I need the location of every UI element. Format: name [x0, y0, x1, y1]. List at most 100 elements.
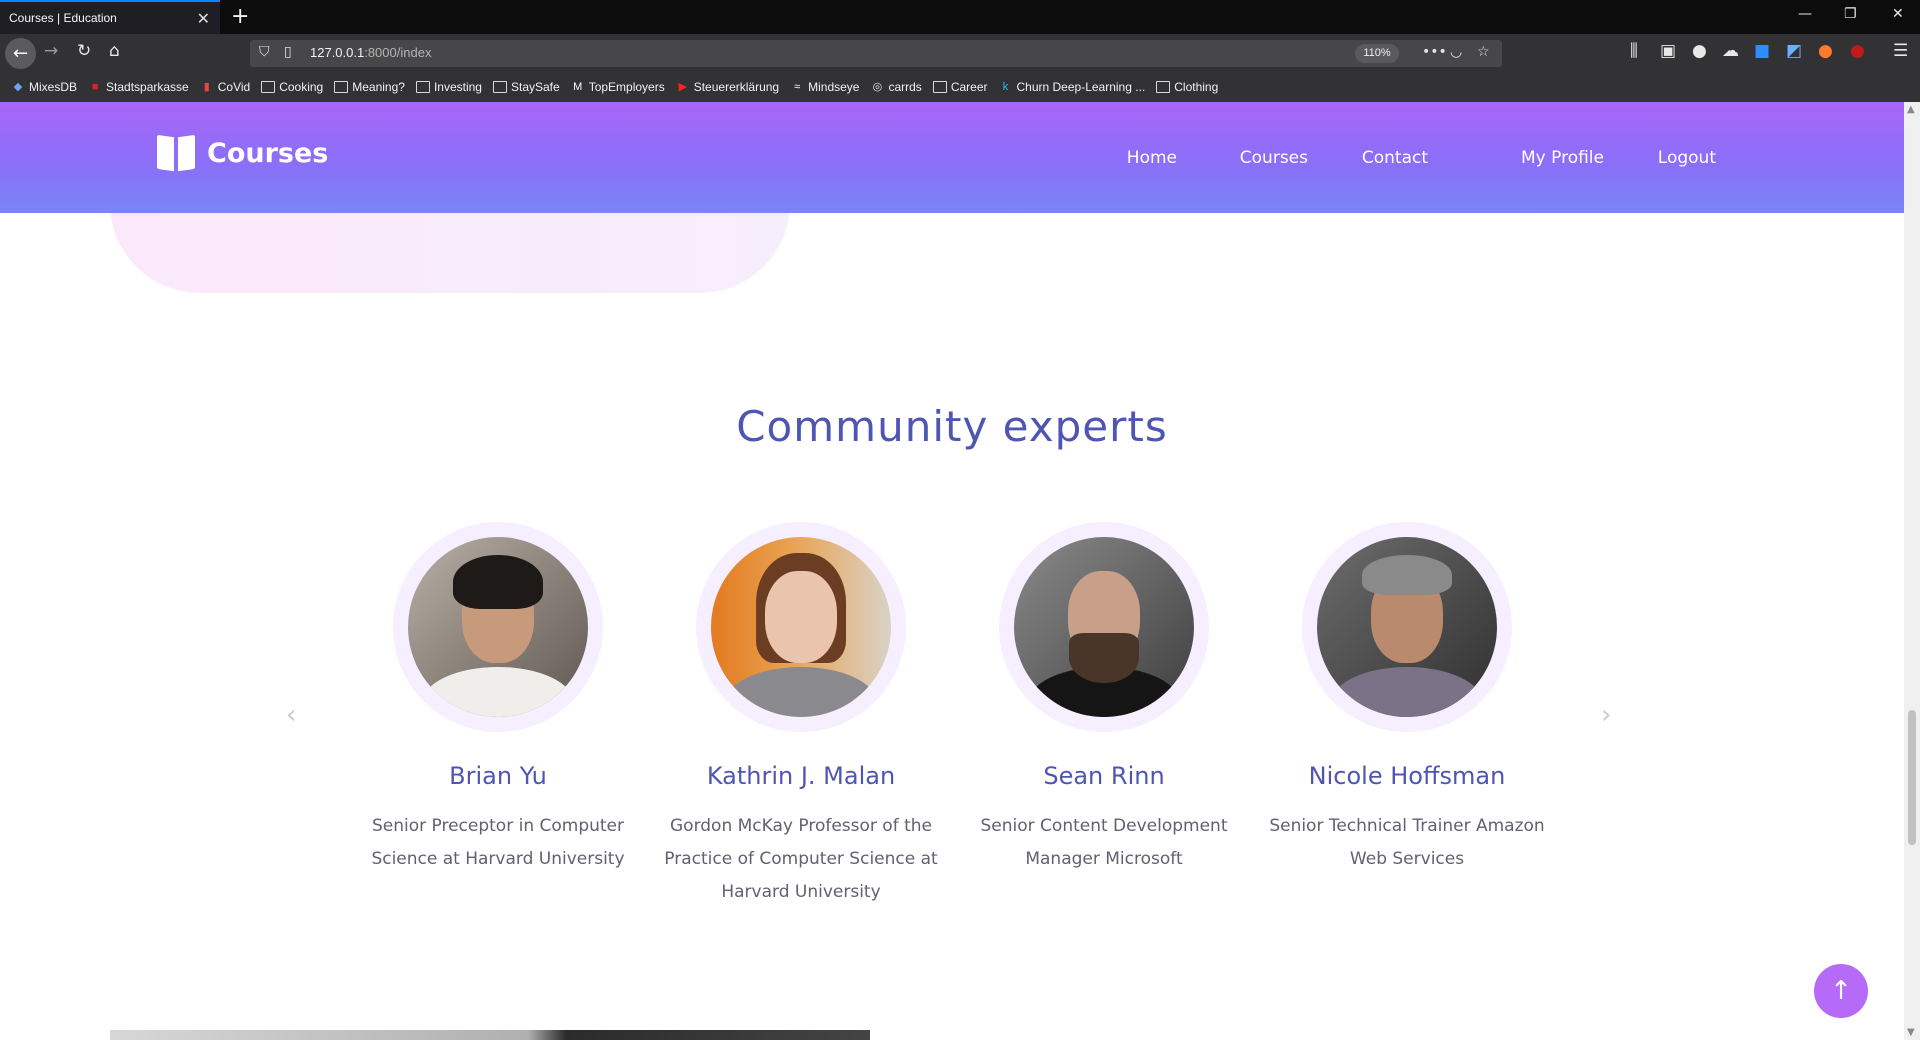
- scroll-up-icon[interactable]: ▲: [1907, 104, 1915, 115]
- duckduckgo-icon[interactable]: ●: [1818, 41, 1833, 61]
- bookmark-item[interactable]: Career: [932, 80, 988, 94]
- bookmark-item[interactable]: Investing: [415, 80, 482, 94]
- account-icon[interactable]: ●: [1692, 41, 1707, 61]
- new-tab-button[interactable]: +: [231, 4, 249, 29]
- folder-icon: [1156, 81, 1171, 93]
- expert-role: Gordon McKay Professor of the Practice o…: [664, 816, 938, 902]
- bookmark-label: carrds: [888, 80, 922, 94]
- bookmark-item[interactable]: Cooking: [261, 80, 323, 94]
- scroll-down-icon[interactable]: ▼: [1907, 1027, 1915, 1038]
- expert-role: Senior Content Development Manager Micro…: [980, 816, 1228, 869]
- page-icon: ▯: [284, 44, 292, 60]
- expert-card: Brian Yu Senior Preceptor in Computer Sc…: [353, 522, 643, 876]
- bookmark-item[interactable]: M TopEmployers: [571, 80, 665, 94]
- back-button[interactable]: ←: [5, 38, 36, 69]
- avatar: [408, 537, 588, 717]
- section-title: Community experts: [736, 402, 1168, 451]
- tab-title: Courses | Education: [9, 11, 117, 25]
- bookmark-item[interactable]: ▮ CoVid: [200, 80, 251, 94]
- url-text: 127.0.0.1:8000/index: [310, 45, 431, 60]
- address-bar[interactable]: ⛉ ▯ 127.0.0.1:8000/index 110% ••• ◡ ☆: [250, 40, 1502, 67]
- bookmark-label: Clothing: [1174, 80, 1219, 94]
- bookmark-label: StaySafe: [510, 80, 560, 94]
- back-to-top-button[interactable]: ↑: [1814, 964, 1868, 1018]
- folder-icon: [492, 81, 507, 93]
- bookmark-item[interactable]: ◎ carrds: [870, 80, 922, 94]
- url-host: 127.0.0.1: [310, 45, 365, 60]
- expert-name: Sean Rinn: [1043, 762, 1165, 790]
- nav-logout[interactable]: Logout: [1658, 148, 1716, 168]
- kaggle-icon: k: [1002, 81, 1009, 93]
- bank-icon: ■: [91, 81, 99, 93]
- library-icon[interactable]: ⫼: [1630, 41, 1638, 61]
- translate-icon[interactable]: ◩: [1786, 41, 1802, 61]
- avatar-ring: [1302, 522, 1512, 732]
- bookmark-label: MixesDB: [29, 80, 78, 94]
- expert-role: Senior Preceptor in Computer Science at …: [371, 816, 625, 869]
- bookmark-label: TopEmployers: [588, 80, 665, 94]
- browser-tab-bar: Courses | Education ✕ + — ❐ ✕: [0, 0, 1920, 34]
- carousel-next-icon[interactable]: ›: [1601, 700, 1611, 730]
- page-scrollbar[interactable]: ▲ ▼: [1904, 102, 1920, 1040]
- minimize-button[interactable]: —: [1798, 6, 1812, 22]
- folder-icon: [334, 81, 349, 93]
- bookmark-label: Meaning?: [352, 80, 405, 94]
- bookmark-label: Mindseye: [808, 80, 860, 94]
- bookmark-label: Cooking: [279, 80, 324, 94]
- bookmark-item[interactable]: ≈ Mindseye: [790, 80, 859, 94]
- browser-tab[interactable]: Courses | Education ✕: [0, 0, 220, 34]
- expert-card: Kathrin J. Malan Gordon McKay Professor …: [656, 522, 946, 909]
- mindseye-icon: ≈: [794, 81, 801, 93]
- sidebar-icon[interactable]: ▣: [1660, 41, 1676, 61]
- reload-icon[interactable]: ↻: [77, 41, 91, 61]
- bookmark-item[interactable]: ▶ Steuererklärung: [676, 80, 779, 94]
- nav-courses[interactable]: Courses: [1240, 148, 1308, 168]
- back-icon: ←: [12, 43, 29, 64]
- avatar: [1317, 537, 1497, 717]
- forward-icon[interactable]: →: [44, 41, 58, 61]
- folder-icon: [415, 81, 430, 93]
- carousel-prev-icon[interactable]: ‹: [286, 700, 296, 730]
- folder-icon: [932, 81, 947, 93]
- bookmark-label: Stadtsparkasse: [106, 80, 189, 94]
- window-close-button[interactable]: ✕: [1892, 6, 1904, 22]
- bookmark-label: Steuererklärung: [693, 80, 780, 94]
- pocket-icon[interactable]: ◡: [1450, 44, 1462, 60]
- expert-name: Nicole Hoffsman: [1308, 762, 1506, 790]
- expert-name: Brian Yu: [449, 762, 547, 790]
- shield-icon[interactable]: ⛉: [259, 44, 270, 60]
- avatar-ring: [393, 522, 603, 732]
- bookmark-item[interactable]: ■ Stadtsparkasse: [88, 80, 189, 94]
- zoom-badge[interactable]: 110%: [1355, 44, 1399, 63]
- s-extension-icon[interactable]: ■: [1754, 41, 1770, 61]
- globe-icon: ◎: [872, 81, 883, 93]
- bookmark-item[interactable]: Meaning?: [334, 80, 405, 94]
- expert-card: Nicole Hoffsman Senior Technical Trainer…: [1262, 522, 1552, 876]
- arrow-up-icon: ↑: [1830, 976, 1852, 1006]
- more-actions-icon[interactable]: •••: [1422, 44, 1447, 60]
- page-viewport: Courses Home Courses Contact My Profile …: [0, 102, 1904, 1040]
- site-logo[interactable]: Courses: [157, 136, 328, 170]
- restore-button[interactable]: ❐: [1844, 6, 1857, 22]
- avatar-ring: [696, 522, 906, 732]
- expert-role: Senior Technical Trainer Amazon Web Serv…: [1269, 816, 1545, 869]
- folder-icon: [261, 81, 276, 93]
- logo-text: Courses: [207, 137, 329, 169]
- nav-home[interactable]: Home: [1127, 148, 1177, 168]
- extension-icon[interactable]: ☁: [1722, 41, 1739, 61]
- bookmark-item[interactable]: Clothing: [1156, 80, 1218, 94]
- youtube-icon: ▶: [678, 81, 687, 93]
- bookmark-item[interactable]: ◆ MixesDB: [11, 80, 77, 94]
- nav-contact[interactable]: Contact: [1362, 148, 1428, 168]
- nav-my-profile[interactable]: My Profile: [1521, 148, 1604, 168]
- scroll-thumb[interactable]: [1908, 710, 1916, 845]
- tab-close-icon[interactable]: ✕: [197, 9, 210, 29]
- menu-icon[interactable]: ☰: [1893, 41, 1908, 61]
- home-icon[interactable]: ⌂: [109, 41, 120, 61]
- bookmark-item[interactable]: k Churn Deep-Learning ...: [999, 80, 1146, 94]
- bookmark-star-icon[interactable]: ☆: [1477, 44, 1490, 60]
- next-section-image: [110, 1030, 870, 1040]
- ublock-icon[interactable]: ●: [1850, 41, 1865, 61]
- bookmark-item[interactable]: StaySafe: [492, 80, 560, 94]
- expert-name: Kathrin J. Malan: [706, 762, 896, 790]
